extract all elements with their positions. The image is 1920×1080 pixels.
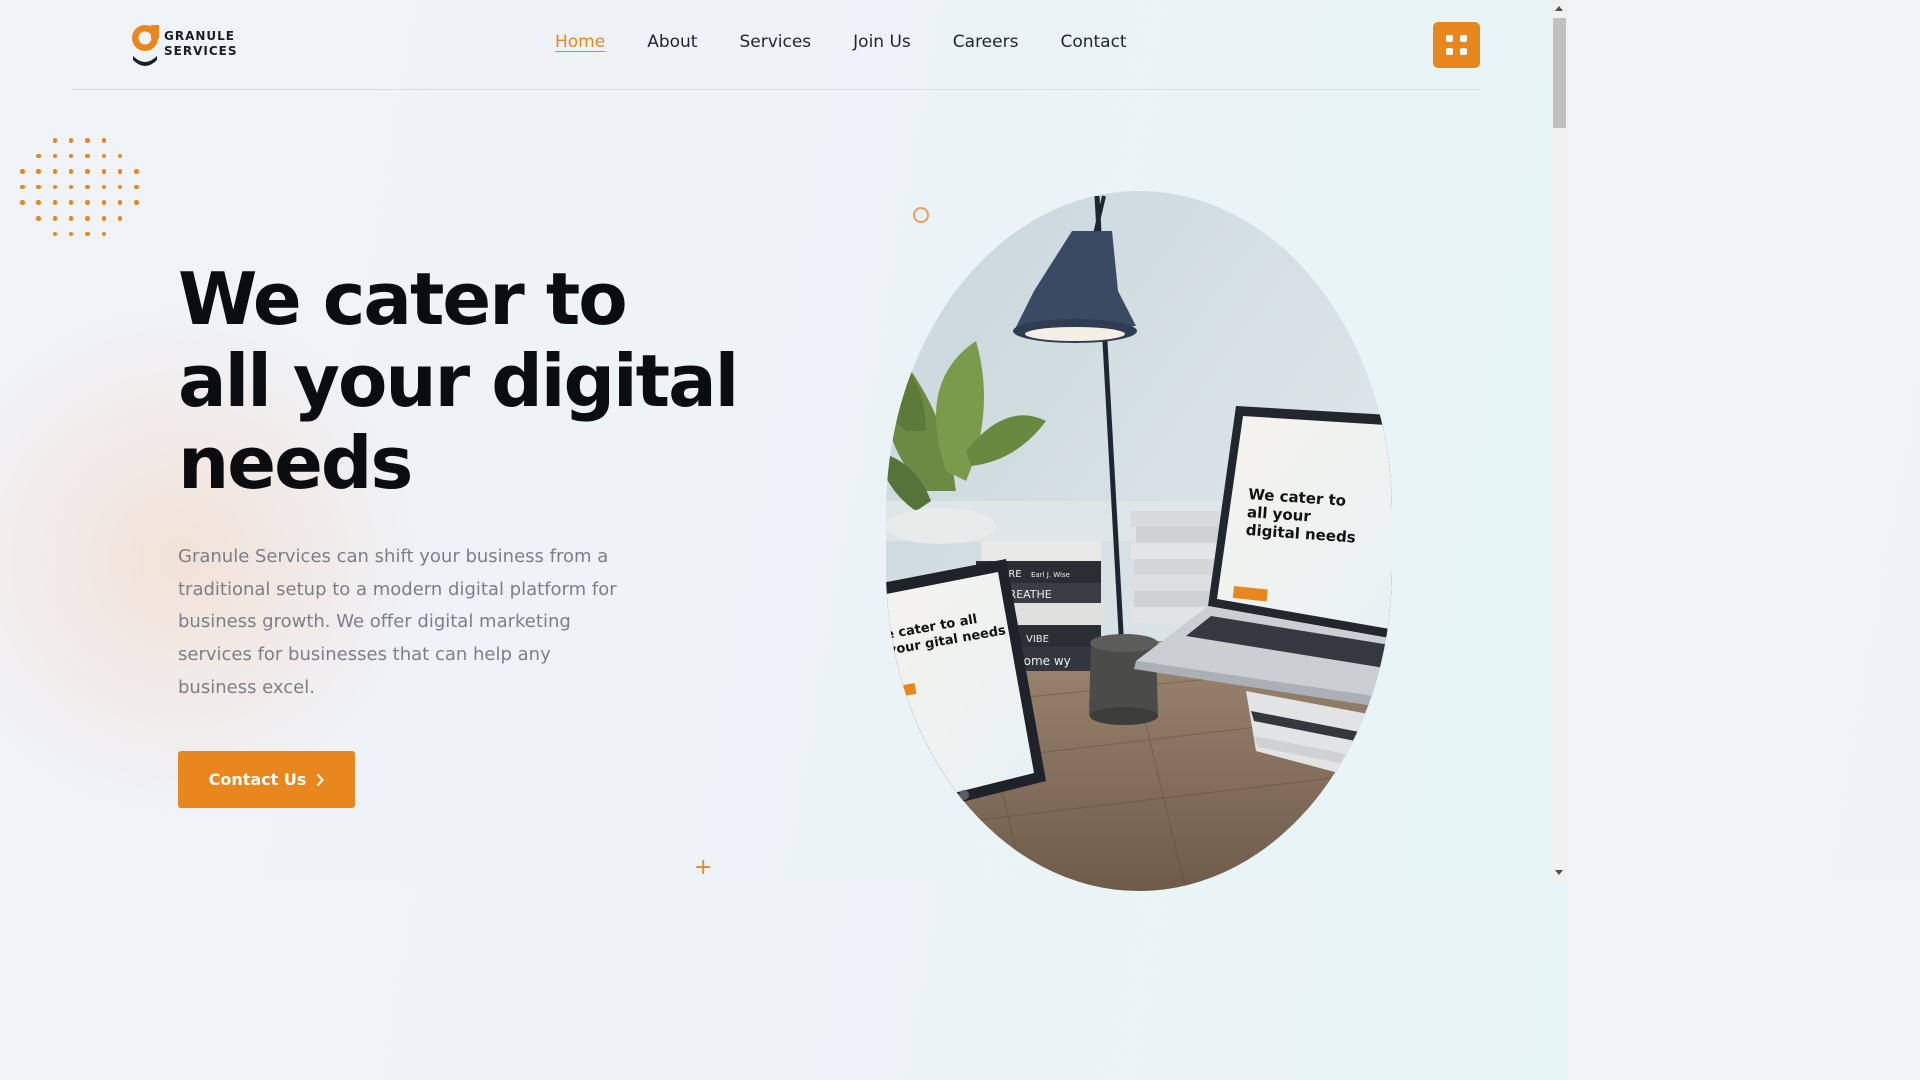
- decorative-dot: [134, 200, 139, 205]
- logo-line-1: GRANULE: [164, 29, 236, 43]
- decorative-dot: [85, 200, 90, 205]
- decorative-dot: [85, 231, 90, 237]
- decorative-dot-pattern: [20, 136, 144, 252]
- decorative-dot: [101, 153, 106, 159]
- scroll-down-arrow-icon[interactable]: [1555, 870, 1563, 875]
- decorative-dot: [117, 169, 123, 174]
- decorative-dot: [68, 138, 74, 143]
- nav-join-us[interactable]: Join Us: [853, 32, 911, 52]
- main-nav: Home About Services Join Us Careers Cont…: [555, 32, 1169, 52]
- scrollbar[interactable]: [1551, 0, 1568, 882]
- decorative-dot: [52, 231, 58, 237]
- grid-icon: [1446, 35, 1453, 42]
- ring-decoration-icon: [913, 207, 929, 223]
- hero-image: URE Earl J. Wise BREATHE VIBE home wy We…: [886, 191, 1392, 891]
- decorative-dot: [52, 216, 58, 221]
- decorative-dot: [68, 153, 74, 159]
- logo-text: GRANULE SERVICES: [164, 29, 237, 59]
- decorative-dot: [36, 184, 41, 190]
- scroll-thumb[interactable]: [1553, 18, 1566, 128]
- logo-line-2: SERVICES: [164, 44, 238, 58]
- nav-careers[interactable]: Careers: [953, 32, 1019, 52]
- decorative-dot: [68, 184, 74, 190]
- decorative-dot: [134, 169, 139, 174]
- workspace-illustration: URE Earl J. Wise BREATHE VIBE home wy We…: [886, 191, 1392, 891]
- decorative-dot: [85, 169, 90, 174]
- decorative-dot: [101, 169, 106, 174]
- decorative-dot: [68, 231, 74, 237]
- grid-icon-dot: [1460, 35, 1467, 42]
- decorative-dot: [52, 169, 58, 174]
- decorative-dot: [20, 169, 25, 174]
- decorative-dot: [85, 138, 90, 143]
- plus-decoration-icon: +: [694, 855, 713, 880]
- decorative-dot: [52, 153, 58, 159]
- decorative-dot: [68, 169, 74, 174]
- decorative-dot: [36, 200, 41, 205]
- decorative-dot: [101, 200, 106, 205]
- decorative-dot: [20, 200, 25, 205]
- decorative-dot: [52, 200, 58, 205]
- nav-about[interactable]: About: [647, 32, 697, 52]
- scroll-up-arrow-icon[interactable]: [1555, 6, 1563, 11]
- decorative-dot: [20, 184, 25, 190]
- decorative-dot: [36, 169, 41, 174]
- decorative-dot: [52, 184, 58, 190]
- contact-us-label: Contact Us: [208, 770, 307, 789]
- contact-us-button[interactable]: Contact Us: [178, 751, 355, 808]
- decorative-dot: [101, 231, 106, 237]
- book-label-4: VIBE: [1026, 634, 1049, 645]
- hero-title: We cater to all your digital needs: [178, 257, 739, 505]
- decorative-dot: [36, 153, 41, 159]
- nav-services[interactable]: Services: [739, 32, 811, 52]
- decorative-dot: [85, 184, 90, 190]
- site-header: GRANULE SERVICES Home About Services Joi…: [72, 0, 1480, 90]
- chevron-right-icon: [317, 773, 325, 786]
- nav-home[interactable]: Home: [555, 32, 605, 52]
- hero-description: Granule Services can shift your business…: [178, 546, 617, 698]
- decorative-dot: [68, 216, 74, 221]
- menu-button[interactable]: [1433, 22, 1480, 68]
- nav-contact[interactable]: Contact: [1060, 32, 1126, 52]
- decorative-dot: [117, 153, 123, 159]
- decorative-dot: [68, 200, 74, 205]
- grid-icon-dot: [1446, 48, 1453, 55]
- decorative-dot: [85, 216, 90, 221]
- decorative-dot: [36, 216, 41, 221]
- decorative-dot: [101, 184, 106, 190]
- book-label-2: Earl J. Wise: [1031, 571, 1070, 579]
- decorative-dot: [101, 138, 106, 143]
- decorative-dot: [117, 184, 123, 190]
- grid-icon-dot: [1460, 48, 1467, 55]
- decorative-dot: [134, 184, 139, 190]
- logo-mark-icon: [130, 22, 162, 66]
- decorative-dot: [117, 216, 123, 221]
- decorative-dot: [101, 216, 106, 221]
- decorative-dot: [52, 138, 58, 143]
- decorative-dot: [85, 153, 90, 159]
- decorative-dot: [117, 200, 123, 205]
- logo[interactable]: GRANULE SERVICES: [130, 22, 237, 66]
